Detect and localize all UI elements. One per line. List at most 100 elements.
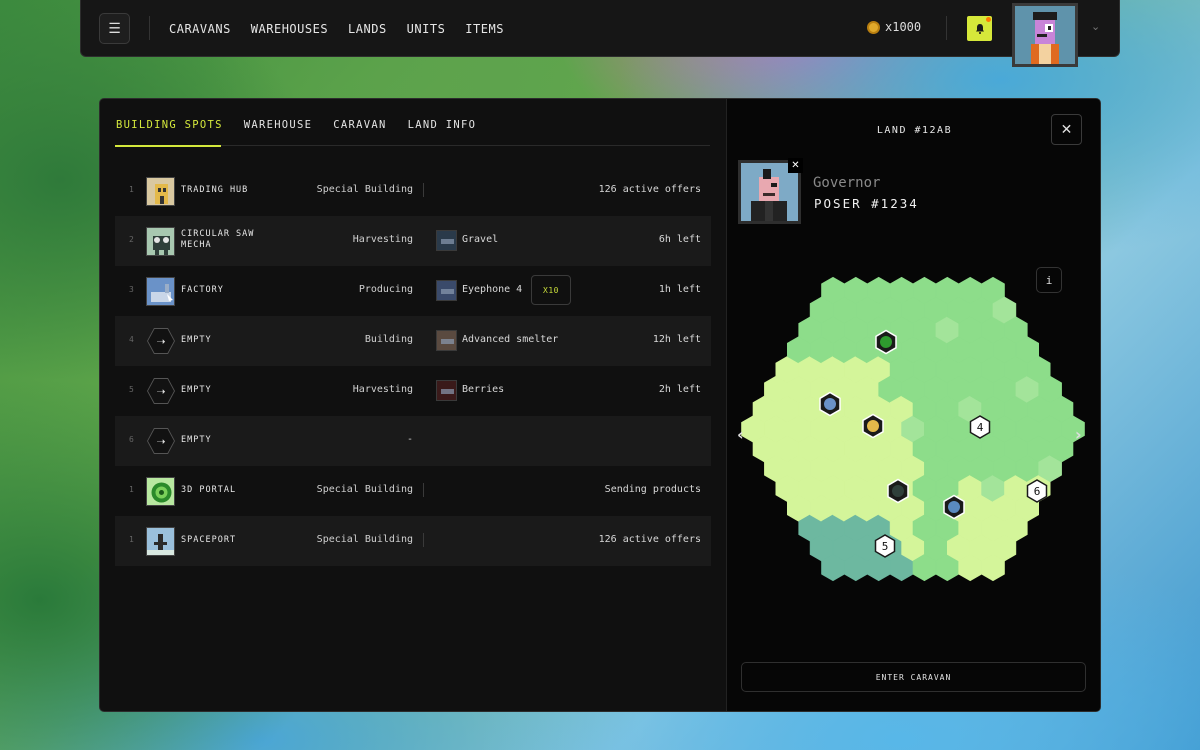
empty-spot-number: 4	[977, 421, 984, 434]
hamburger-icon: ☰	[108, 20, 121, 37]
empty-spot-number: 6	[1034, 485, 1041, 498]
factory-marker-icon	[824, 398, 836, 410]
coin-amount: x1000	[885, 20, 922, 34]
building-status: Special Building	[316, 484, 413, 495]
hammer-icon: ➝	[148, 379, 174, 403]
hammer-icon: ➝	[148, 329, 174, 353]
tab-caravan[interactable]: CARAVAN	[333, 119, 386, 143]
building-name: 3D PORTAL	[181, 485, 237, 495]
building-name: FACTORY	[181, 285, 224, 295]
spot-info: 12h left	[652, 334, 701, 345]
spot-index: 1	[129, 185, 134, 194]
build-spot-icon[interactable]: ➝	[147, 428, 175, 454]
product-icon	[436, 330, 457, 351]
building-status: Harvesting	[352, 384, 413, 395]
product-name: Advanced smelter	[462, 334, 559, 345]
spot-info: 126 active offers	[598, 534, 701, 545]
tab-land-info[interactable]: LAND INFO	[408, 119, 477, 143]
spot-index: 1	[129, 535, 134, 544]
nav-warehouses[interactable]: WAREHOUSES	[251, 22, 328, 36]
empty-spot-number: 5	[882, 540, 889, 553]
spaceport-marker-icon	[948, 501, 960, 513]
quantity-badge[interactable]: X10	[531, 275, 571, 305]
spot-info: 6h left	[658, 234, 701, 245]
building-spot-row[interactable]: 1 TRADING HUB Special Building 126 active o…	[115, 166, 711, 216]
bell-icon	[975, 23, 984, 34]
divider	[946, 16, 947, 40]
saw-mecha-marker-icon	[892, 485, 904, 497]
active-tab-indicator	[115, 145, 221, 147]
product-name: Eyephone 4	[462, 284, 523, 295]
product-name: Berries	[462, 384, 505, 395]
building-status: Harvesting	[352, 234, 413, 245]
building-portal-icon	[146, 477, 175, 506]
land-map-section: LAND #12AB ✕ ✕ Governor POSER #1234 i 45…	[726, 99, 1101, 711]
chevron-right-icon[interactable]: ›	[1075, 425, 1082, 444]
building-spot-row[interactable]: 6 ➝ EMPTY -	[115, 416, 711, 466]
spot-index: 4	[129, 335, 134, 344]
coin-balance: x1000	[867, 20, 921, 34]
product-icon	[436, 230, 457, 251]
product-icon	[436, 380, 457, 401]
trading-hub-marker-icon	[867, 420, 879, 432]
coin-icon	[867, 20, 880, 34]
building-name: EMPTY	[181, 335, 212, 345]
user-avatar[interactable]	[1012, 3, 1078, 67]
spot-info: 126 active offers	[598, 184, 701, 195]
notification-dot	[986, 17, 991, 22]
building-spot-row[interactable]: 3 FACTORY Producing Eyephone 4 X10 1h left	[115, 266, 711, 316]
product-name: Gravel	[462, 234, 499, 245]
building-spot-row[interactable]: 1 3D PORTAL Special Building Sending produc…	[115, 466, 711, 516]
nav-caravans[interactable]: CARAVANS	[169, 22, 231, 36]
column-divider	[423, 483, 424, 497]
building-spot-row[interactable]: 2 CIRCULAR SAW MECHA Harvesting Gravel 6h le…	[115, 216, 711, 266]
building-name: CIRCULAR SAW MECHA	[181, 229, 255, 250]
nav-units[interactable]: UNITS	[407, 22, 446, 36]
spot-index: 6	[129, 435, 134, 444]
building-spots-section: BUILDING SPOTS WAREHOUSE CARAVAN LAND IN…	[100, 99, 726, 711]
divider	[149, 16, 150, 40]
hex-land-map[interactable]: 4 5 6	[727, 99, 1101, 659]
spot-index: 3	[129, 285, 134, 294]
land-panel: BUILDING SPOTS WAREHOUSE CARAVAN LAND IN…	[99, 98, 1101, 712]
nav-items[interactable]: ITEMS	[465, 22, 504, 36]
building-status: Special Building	[316, 534, 413, 545]
building-saw-mecha-icon	[146, 227, 175, 256]
building-spot-row[interactable]: 5 ➝ EMPTY Harvesting Berries 2h left	[115, 366, 711, 416]
building-status: Producing	[358, 284, 413, 295]
spot-info: 2h left	[658, 384, 701, 395]
spot-info: 1h left	[658, 284, 701, 295]
building-spot-row[interactable]: 4 ➝ EMPTY Building Advanced smelter 12h left	[115, 316, 711, 366]
column-divider	[423, 533, 424, 547]
top-navigation-bar: ☰ CARAVANS WAREHOUSES LANDS UNITS ITEMS …	[80, 0, 1120, 67]
spot-index: 2	[129, 235, 134, 244]
building-spaceport-icon	[146, 527, 175, 556]
tab-warehouse[interactable]: WAREHOUSE	[244, 119, 313, 143]
building-name: EMPTY	[181, 435, 212, 445]
build-spot-icon[interactable]: ➝	[147, 328, 175, 354]
avatar-pixel-art	[1015, 6, 1075, 64]
column-divider	[423, 183, 424, 197]
menu-button[interactable]: ☰	[99, 13, 130, 44]
spot-index: 5	[129, 385, 134, 394]
building-factory-icon	[146, 277, 175, 306]
building-status: Building	[364, 334, 413, 345]
product-icon	[436, 280, 457, 301]
building-spot-row[interactable]: 1 SPACEPORT Special Building 126 active off…	[115, 516, 711, 566]
main-nav: CARAVANS WAREHOUSES LANDS UNITS ITEMS	[169, 0, 504, 57]
notifications-button[interactable]	[967, 16, 992, 41]
building-name: SPACEPORT	[181, 535, 237, 545]
spot-index: 1	[129, 485, 134, 494]
building-name: TRADING HUB	[181, 185, 249, 195]
building-status: -	[406, 434, 413, 445]
enter-caravan-button[interactable]: ENTER CARAVAN	[741, 662, 1086, 692]
hammer-icon: ➝	[148, 429, 174, 453]
chevron-left-icon[interactable]: ‹	[737, 425, 744, 444]
tab-building-spots[interactable]: BUILDING SPOTS	[116, 119, 223, 143]
nav-lands[interactable]: LANDS	[348, 22, 387, 36]
building-trading-hub-icon	[146, 177, 175, 206]
building-name: EMPTY	[181, 385, 212, 395]
chevron-down-icon[interactable]: ⌄	[1091, 20, 1100, 33]
spot-info: Sending products	[604, 484, 701, 495]
build-spot-icon[interactable]: ➝	[147, 378, 175, 404]
